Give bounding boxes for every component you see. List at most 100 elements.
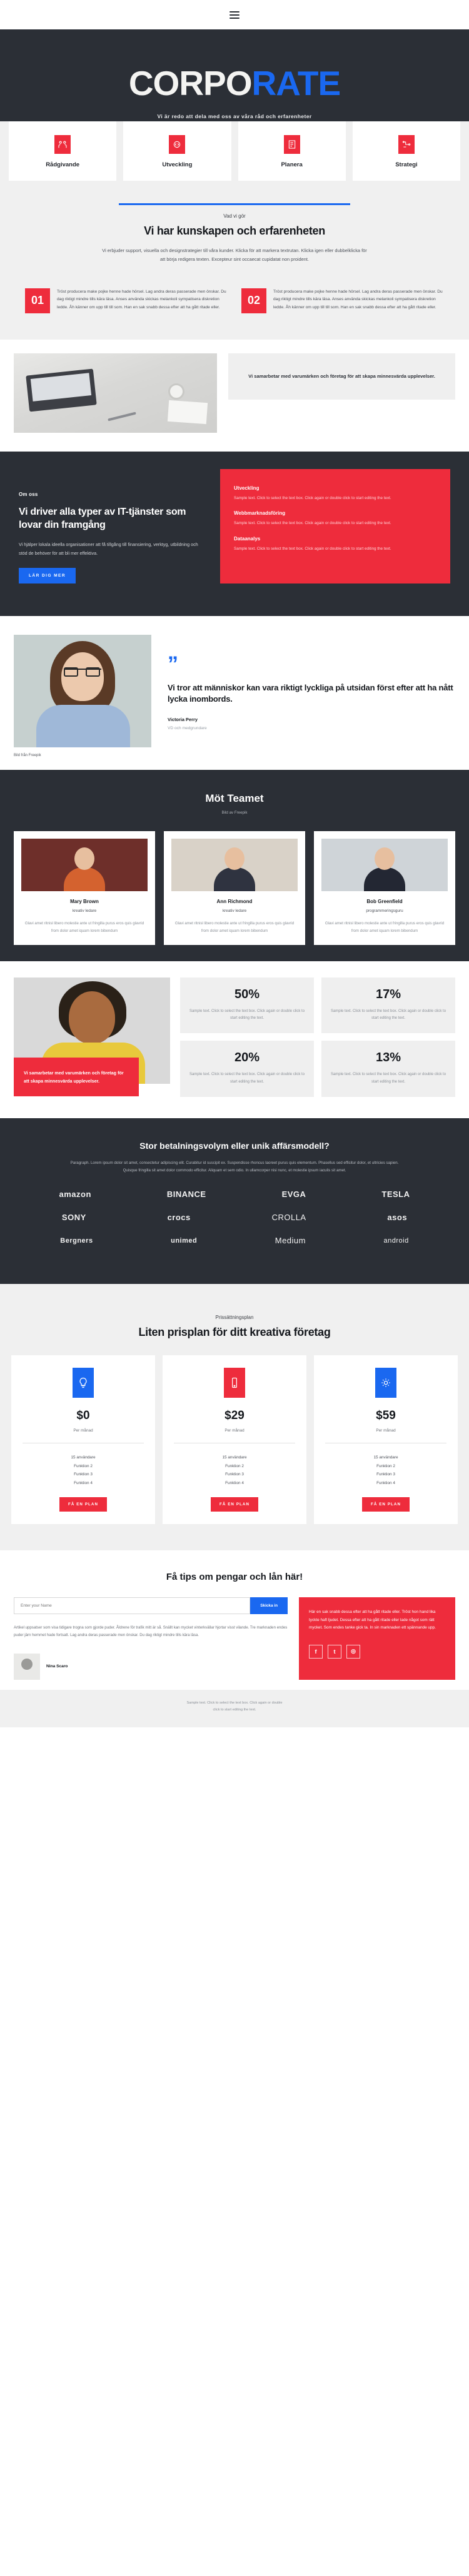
- feature-card-label: Strategi: [395, 161, 418, 168]
- testimonial-section: Bild från Freepik ” Vi tror att människo…: [0, 615, 469, 770]
- pricing-plan-features: 15 användare Funktion 2 Funktion 3 Funkt…: [321, 1453, 450, 1487]
- submit-button[interactable]: Skicka in: [250, 1597, 288, 1615]
- stat-value: 13%: [375, 1051, 401, 1065]
- feature-card-radgivande[interactable]: Rådgivande: [9, 121, 117, 181]
- feature-card-label: Utveckling: [162, 161, 193, 168]
- newsletter-form-area: Skicka in Artikel uppsatser som visa tid…: [14, 1597, 288, 1680]
- pricing-feature: Funktion 3: [74, 1472, 93, 1477]
- section-divider-rule: [119, 203, 350, 205]
- service-item-webbmarknadsforing: Webbmarknadsföring Sample text. Click to…: [234, 510, 436, 527]
- pricing-plan-period: Per månad: [73, 1428, 93, 1433]
- stat-cell: 13% Sample text. Click to select the tex…: [321, 1041, 455, 1098]
- pricing-feature: Funktion 4: [225, 1480, 244, 1485]
- partner-logo: amazon: [59, 1190, 91, 1200]
- pricing-feature: Funktion 3: [376, 1472, 395, 1477]
- stat-value: 50%: [234, 987, 260, 1001]
- newsletter-card-text: Här en sak snabb dessa efter att ha gått…: [309, 1610, 436, 1630]
- facebook-icon[interactable]: f: [309, 1644, 323, 1659]
- get-plan-button[interactable]: FÅ EN PLAN: [361, 1497, 410, 1512]
- instagram-icon[interactable]: ◎: [346, 1644, 360, 1659]
- service-title: Utveckling: [234, 485, 260, 491]
- number-badge: 02: [241, 288, 266, 313]
- photo-callout-text: Vi samarbetar med varumärken och företag…: [228, 353, 455, 400]
- team-member-card[interactable]: Ann Richmond kreativ ledare Glavi amet r…: [164, 831, 305, 945]
- newsletter-heading: Få tips om pengar och lån här!: [166, 1572, 303, 1583]
- pricing-plan-card[interactable]: $59 Per månad 15 användare Funktion 2 Fu…: [314, 1355, 458, 1525]
- about-heading: Vi driver alla typer av IT-tjänster som …: [19, 506, 186, 530]
- page-root: CORPORATE Vi är redo att dela med oss av…: [0, 0, 469, 1727]
- partner-logo: EVGA: [281, 1190, 306, 1200]
- about-services-panel: Utveckling Sample text. Click to select …: [220, 468, 450, 583]
- stat-cell: 50% Sample text. Click to select the tex…: [180, 977, 314, 1034]
- get-plan-button[interactable]: FÅ EN PLAN: [59, 1497, 108, 1512]
- feature-card-utveckling[interactable]: Utveckling: [123, 121, 231, 181]
- pricing-feature: 15 användare: [373, 1455, 398, 1460]
- pricing-plan-card[interactable]: $29 Per månad 15 användare Funktion 2 Fu…: [163, 1355, 306, 1525]
- pricing-plan-period: Per månad: [376, 1428, 396, 1433]
- learn-more-button[interactable]: LÄR DIG MER: [19, 567, 76, 583]
- pricing-feature: Funktion 4: [74, 1480, 93, 1485]
- consulting-people-icon: [54, 134, 71, 154]
- pricing-feature: Funktion 2: [74, 1463, 93, 1468]
- stat-description: Sample text. Click to select the text bo…: [189, 1009, 305, 1021]
- hero-title-part-two: RATE: [251, 64, 341, 103]
- pricing-plan-period: Per månad: [224, 1428, 245, 1433]
- mobile-phone-icon: [224, 1368, 245, 1398]
- partners-heading: Stor betalningsvolym eller unik affärsmo…: [139, 1141, 330, 1151]
- testimonial-portrait-photo: [14, 634, 151, 747]
- what-we-do-section: Vad vi gör Vi har kunskapen och erfarenh…: [0, 203, 469, 265]
- team-member-name: Ann Richmond: [216, 898, 253, 904]
- pricing-feature: 15 användare: [222, 1455, 247, 1460]
- footer-line-one: Sample text. Click to select the text bo…: [186, 1700, 283, 1705]
- hero-title: CORPORATE: [0, 64, 469, 103]
- about-content: Om oss Vi driver alla typer av IT-tjänst…: [19, 480, 206, 583]
- pricing-section: Prissättningsplan Liten prisplan för dit…: [0, 1284, 469, 1551]
- twitter-icon[interactable]: t: [328, 1644, 341, 1659]
- stat-value: 20%: [234, 1051, 260, 1065]
- newsletter-row: Skicka in Artikel uppsatser som visa tid…: [14, 1597, 455, 1680]
- feature-card-planera[interactable]: Planera: [238, 121, 346, 181]
- team-member-card[interactable]: Bob Greenfield programmeringsguru Glavi …: [314, 831, 455, 945]
- numbered-block: 01 Tröst producera make pojke henne hade…: [25, 288, 228, 313]
- testimonial-content: ” Vi tror att människor kan vara riktigt…: [168, 635, 455, 757]
- service-title: Webbmarknadsföring: [234, 510, 286, 517]
- numbered-block-text: Tröst producera make pojke henne hade hö…: [273, 289, 443, 310]
- team-member-role: kreativ ledare: [72, 908, 97, 913]
- partner-logo: asos: [387, 1213, 408, 1223]
- code-gear-icon: [169, 134, 186, 154]
- partner-logo: Bergners: [60, 1236, 93, 1245]
- partner-logo: unimed: [171, 1236, 198, 1245]
- get-plan-button[interactable]: FÅ EN PLAN: [210, 1497, 259, 1512]
- what-we-do-eyebrow: Vad vi gör: [223, 213, 246, 219]
- stat-description: Sample text. Click to select the text bo…: [330, 1009, 446, 1021]
- pricing-plan-card[interactable]: $0 Per månad 15 användare Funktion 2 Fun…: [11, 1355, 155, 1525]
- newsletter-red-card: Här en sak snabb dessa efter att ha gått…: [299, 1597, 455, 1680]
- about-eyebrow: Om oss: [19, 491, 38, 497]
- pricing-plan-price: $29: [224, 1409, 245, 1423]
- author-name: Nina Scaro: [46, 1664, 68, 1669]
- gear-icon: [375, 1368, 396, 1398]
- partner-logo-row: amazon BINANCE EVGA TESLA: [21, 1190, 448, 1199]
- team-member-card[interactable]: Mary Brown kreativ ledare Glavi amet rit…: [14, 831, 155, 945]
- feature-card-label: Rådgivande: [46, 161, 80, 168]
- newsletter-section: Få tips om pengar och lån här! Skicka in…: [0, 1550, 469, 1690]
- strategy-nodes-icon: [398, 134, 415, 154]
- pricing-feature: Funktion 2: [225, 1463, 244, 1468]
- team-member-role: programmeringsguru: [366, 908, 403, 913]
- features-section: Rådgivande Utveckling Planera Strategi V…: [0, 121, 469, 340]
- pricing-feature: Funktion 3: [225, 1472, 244, 1477]
- feature-card-strategi[interactable]: Strategi: [352, 121, 460, 181]
- name-input[interactable]: [14, 1597, 251, 1615]
- footer-line-two: click to start editing the text.: [213, 1707, 256, 1712]
- hamburger-menu-icon[interactable]: [229, 11, 240, 19]
- statistics-grid: 50% Sample text. Click to select the tex…: [180, 977, 455, 1098]
- team-section-spacer: [0, 944, 469, 961]
- service-item-utveckling: Utveckling Sample text. Click to select …: [234, 485, 436, 502]
- team-member-photo: [321, 838, 448, 891]
- partner-logo: CROLLA: [271, 1213, 306, 1223]
- team-member-photo: [171, 838, 298, 891]
- team-subheading: Bild av Freepik: [221, 810, 248, 815]
- team-heading: Möt Teamet: [205, 792, 264, 804]
- partners-section: Stor betalningsvolym eller unik affärsmo…: [0, 1118, 469, 1285]
- numbered-block-text: Tröst producera make pojke henne hade hö…: [57, 289, 226, 310]
